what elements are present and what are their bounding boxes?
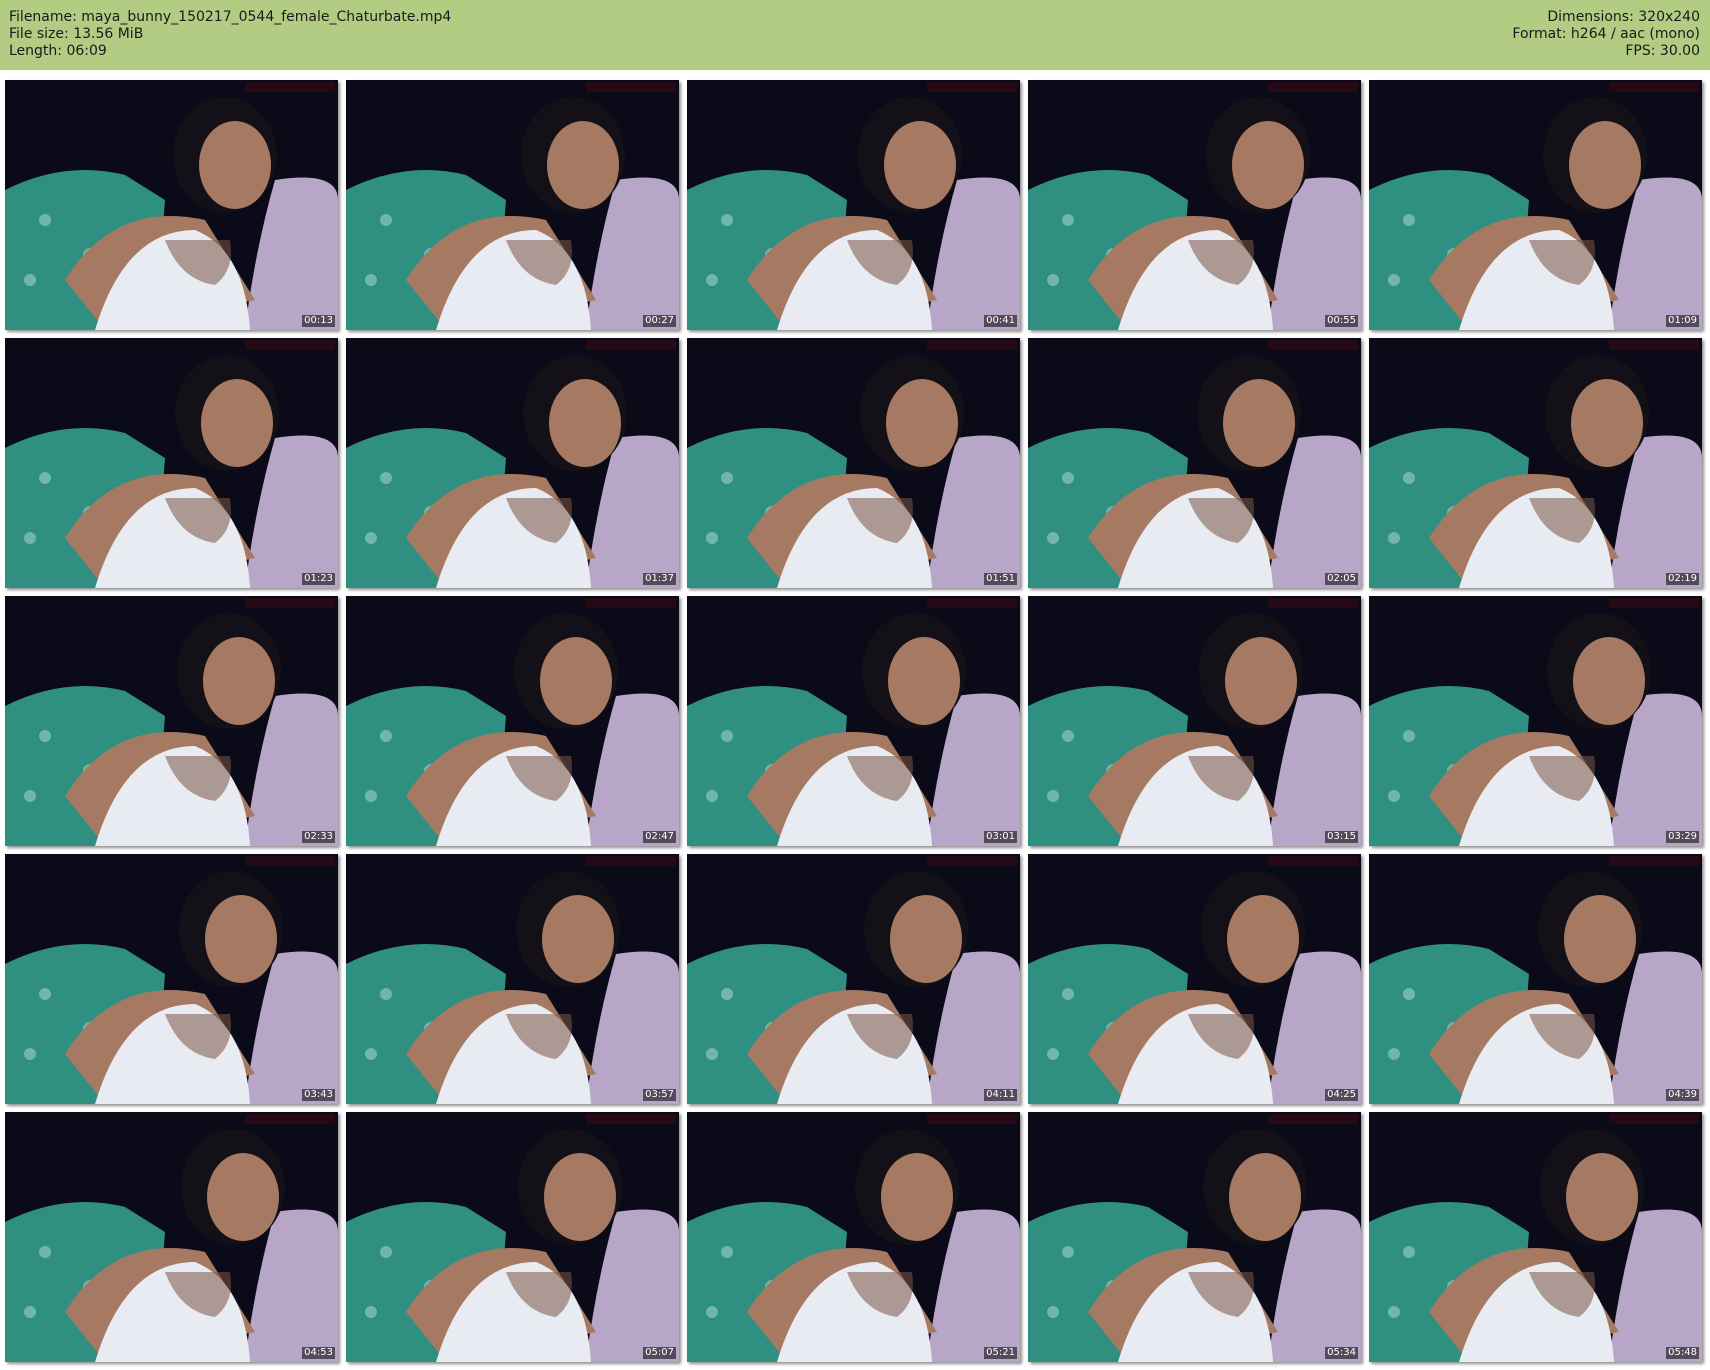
length-text: Length: 06:09 bbox=[9, 43, 107, 59]
video-thumbnail: 01:09 bbox=[1369, 80, 1702, 330]
frame-image bbox=[1028, 596, 1361, 846]
timestamp-label: 05:07 bbox=[643, 1347, 676, 1359]
timestamp-label: 04:11 bbox=[984, 1089, 1017, 1101]
stream-info: Dimensions: 320x240 Format: h264 / aac (… bbox=[1512, 9, 1700, 60]
frame-image bbox=[1028, 80, 1361, 330]
video-thumbnail: 00:13 bbox=[5, 80, 338, 330]
info-header: Filename: maya_bunny_150217_0544_female_… bbox=[0, 0, 1710, 70]
timestamp-label: 01:23 bbox=[302, 573, 335, 585]
video-thumbnail: 04:39 bbox=[1369, 854, 1702, 1104]
format-text: Format: h264 / aac (mono) bbox=[1512, 26, 1700, 42]
timestamp-label: 02:47 bbox=[643, 831, 676, 843]
thumbnail-grid: 00:13 00:27 00:41 00:55 01:09 01:23 01:37 01:51… bbox=[5, 80, 1705, 1365]
filename-text: Filename: maya_bunny_150217_0544_female_… bbox=[9, 9, 452, 25]
video-thumbnail: 01:37 bbox=[346, 338, 679, 588]
frame-image bbox=[5, 596, 338, 846]
frame-image bbox=[687, 596, 1020, 846]
timestamp-label: 00:55 bbox=[1325, 315, 1358, 327]
frame-image bbox=[1369, 338, 1702, 588]
frame-image bbox=[346, 338, 679, 588]
timestamp-label: 00:41 bbox=[984, 315, 1017, 327]
frame-image bbox=[1028, 338, 1361, 588]
video-thumbnail: 04:11 bbox=[687, 854, 1020, 1104]
video-thumbnail: 05:21 bbox=[687, 1112, 1020, 1362]
video-thumbnail: 00:27 bbox=[346, 80, 679, 330]
video-thumbnail: 05:34 bbox=[1028, 1112, 1361, 1362]
frame-image bbox=[5, 80, 338, 330]
timestamp-label: 02:33 bbox=[302, 831, 335, 843]
frame-image bbox=[1028, 1112, 1361, 1362]
timestamp-label: 04:25 bbox=[1325, 1089, 1358, 1101]
frame-image bbox=[1028, 854, 1361, 1104]
frame-image bbox=[1369, 1112, 1702, 1362]
video-thumbnail: 03:15 bbox=[1028, 596, 1361, 846]
frame-image bbox=[346, 1112, 679, 1362]
video-thumbnail: 03:01 bbox=[687, 596, 1020, 846]
frame-image bbox=[1369, 596, 1702, 846]
timestamp-label: 00:27 bbox=[643, 315, 676, 327]
frame-image bbox=[5, 854, 338, 1104]
frame-image bbox=[5, 1112, 338, 1362]
timestamp-label: 05:34 bbox=[1325, 1347, 1358, 1359]
frame-image bbox=[1369, 854, 1702, 1104]
timestamp-label: 01:09 bbox=[1666, 315, 1699, 327]
video-thumbnail: 04:25 bbox=[1028, 854, 1361, 1104]
video-thumbnail: 01:51 bbox=[687, 338, 1020, 588]
video-thumbnail: 02:05 bbox=[1028, 338, 1361, 588]
video-thumbnail: 04:53 bbox=[5, 1112, 338, 1362]
video-thumbnail: 02:33 bbox=[5, 596, 338, 846]
video-thumbnail: 02:47 bbox=[346, 596, 679, 846]
timestamp-label: 03:15 bbox=[1325, 831, 1358, 843]
timestamp-label: 02:19 bbox=[1666, 573, 1699, 585]
frame-image bbox=[5, 338, 338, 588]
frame-image bbox=[346, 596, 679, 846]
video-thumbnail: 03:57 bbox=[346, 854, 679, 1104]
timestamp-label: 05:48 bbox=[1666, 1347, 1699, 1359]
frame-image bbox=[346, 854, 679, 1104]
video-thumbnail: 01:23 bbox=[5, 338, 338, 588]
fps-text: FPS: 30.00 bbox=[1625, 43, 1700, 59]
video-thumbnail: 02:19 bbox=[1369, 338, 1702, 588]
timestamp-label: 03:43 bbox=[302, 1089, 335, 1101]
video-thumbnail: 00:41 bbox=[687, 80, 1020, 330]
timestamp-label: 03:01 bbox=[984, 831, 1017, 843]
timestamp-label: 04:53 bbox=[302, 1347, 335, 1359]
frame-image bbox=[687, 854, 1020, 1104]
timestamp-label: 05:21 bbox=[984, 1347, 1017, 1359]
timestamp-label: 00:13 bbox=[302, 315, 335, 327]
video-thumbnail: 03:43 bbox=[5, 854, 338, 1104]
timestamp-label: 02:05 bbox=[1325, 573, 1358, 585]
timestamp-label: 01:51 bbox=[984, 573, 1017, 585]
file-info: Filename: maya_bunny_150217_0544_female_… bbox=[9, 9, 451, 60]
video-thumbnail: 03:29 bbox=[1369, 596, 1702, 846]
timestamp-label: 03:57 bbox=[643, 1089, 676, 1101]
frame-image bbox=[687, 338, 1020, 588]
timestamp-label: 04:39 bbox=[1666, 1089, 1699, 1101]
timestamp-label: 01:37 bbox=[643, 573, 676, 585]
frame-image bbox=[1369, 80, 1702, 330]
video-thumbnail: 05:07 bbox=[346, 1112, 679, 1362]
filesize-text: File size: 13.56 MiB bbox=[9, 26, 144, 42]
timestamp-label: 03:29 bbox=[1666, 831, 1699, 843]
video-thumbnail: 00:55 bbox=[1028, 80, 1361, 330]
dimensions-text: Dimensions: 320x240 bbox=[1547, 9, 1700, 25]
frame-image bbox=[687, 80, 1020, 330]
frame-image bbox=[346, 80, 679, 330]
video-thumbnail: 05:48 bbox=[1369, 1112, 1702, 1362]
frame-image bbox=[687, 1112, 1020, 1362]
